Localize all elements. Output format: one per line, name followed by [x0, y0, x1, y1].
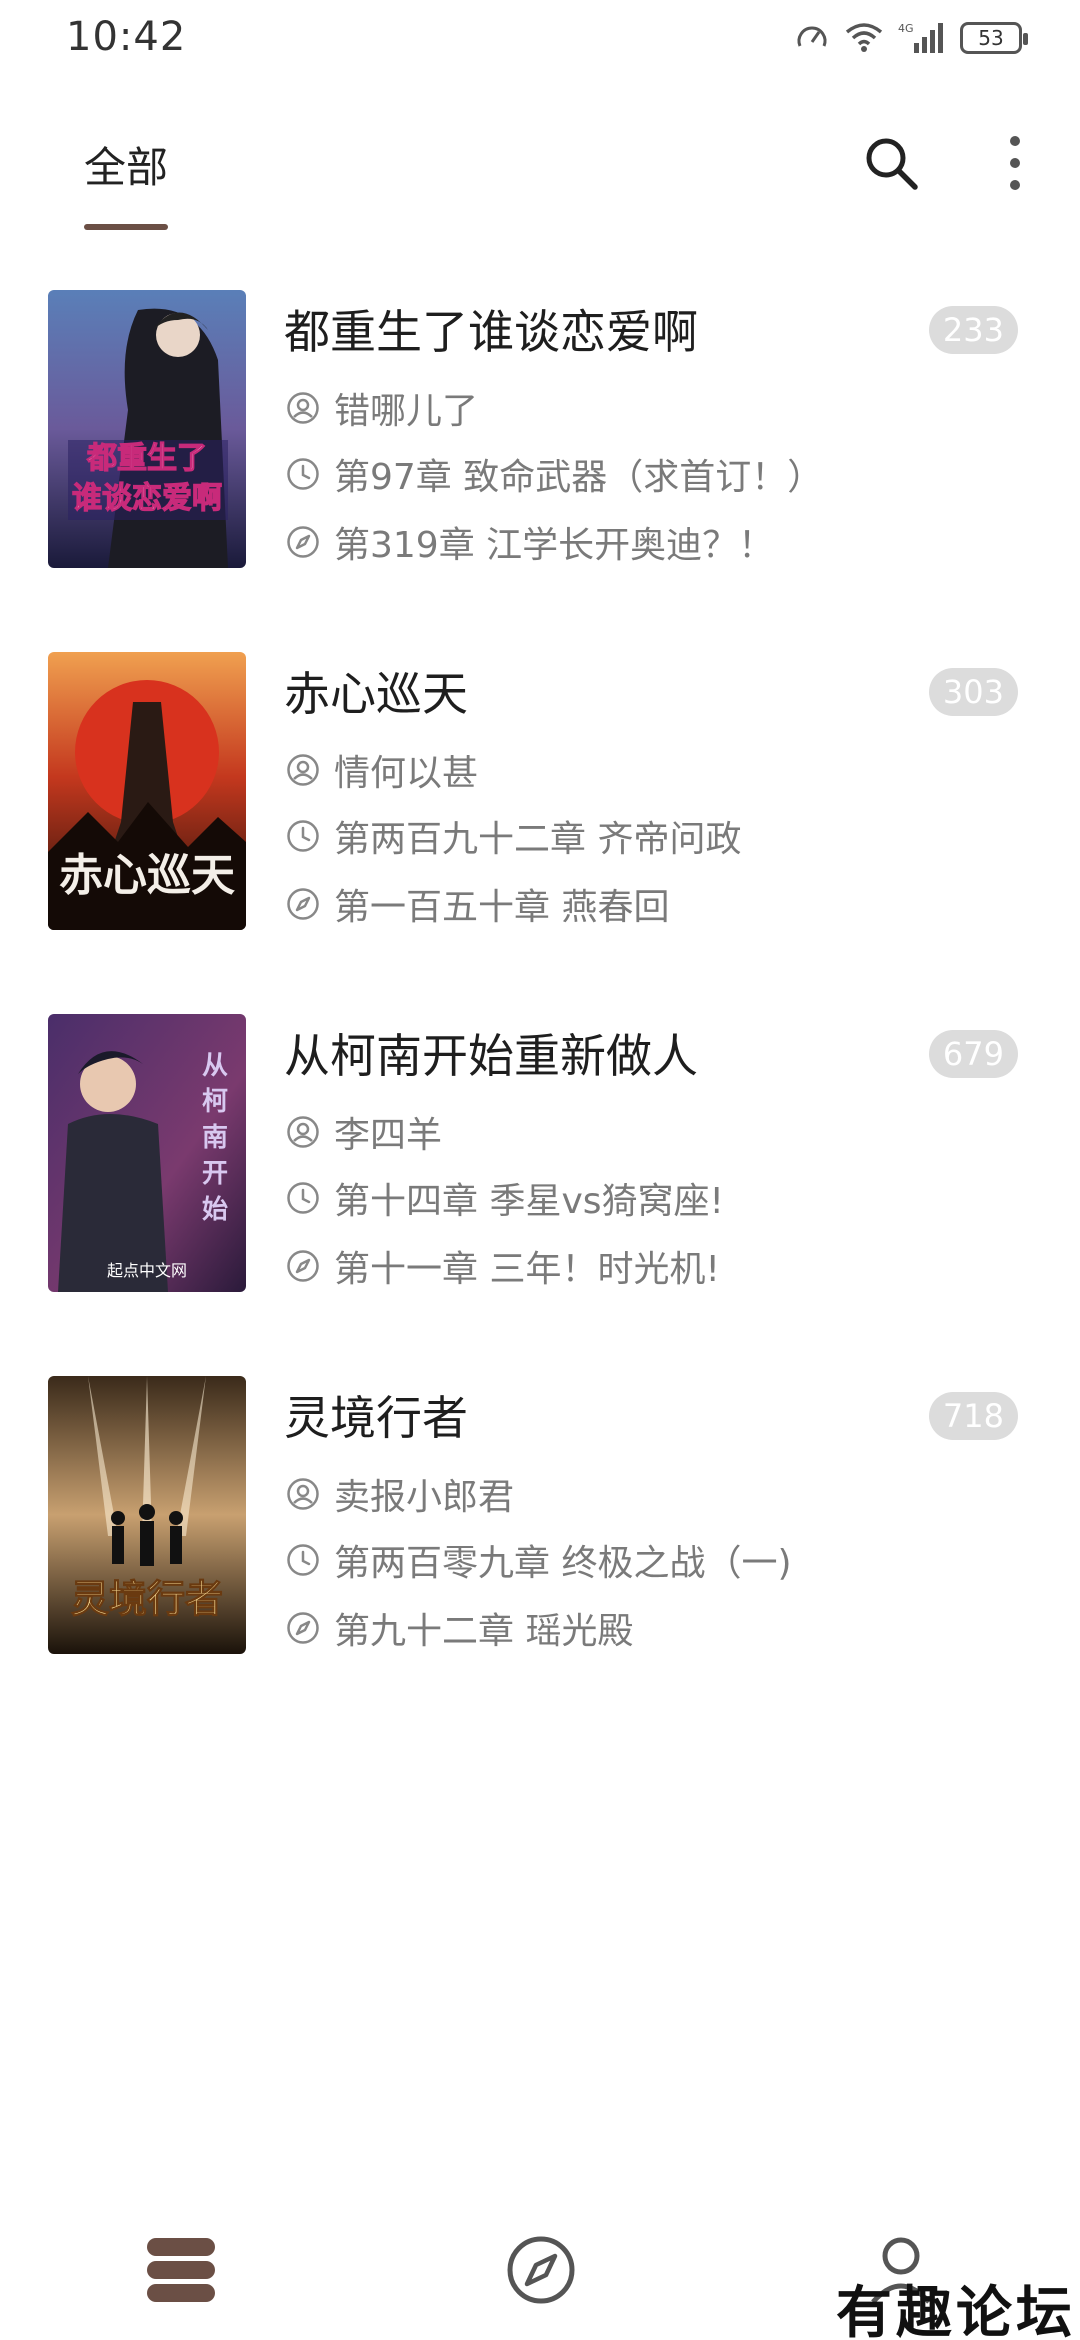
network-label: 4G: [898, 22, 914, 35]
latest-chapter: 第两百零九章 终极之战（一): [334, 1543, 792, 1584]
speed-gauge-icon: [797, 26, 827, 47]
header: 全部: [0, 110, 1080, 240]
clock-icon: [287, 820, 319, 852]
svg-text:从: 从: [202, 1051, 228, 1081]
book-title: 从柯南开始重新做人: [284, 1029, 698, 1083]
discover-compass-icon: [507, 2236, 575, 2304]
cover-publisher: 起点中文网: [107, 1261, 187, 1280]
compass-icon: [287, 1250, 319, 1282]
cover-title-line2: 谁谈恋爱啊: [72, 481, 222, 516]
clock-icon: [287, 458, 319, 490]
latest-chapter: 第两百九十二章 齐帝问政: [334, 819, 742, 860]
latest-chapter-row: 第两百零九章 终极之战（一): [286, 1534, 792, 1586]
cover-title: 赤心巡天: [59, 850, 235, 901]
latest-chapter-row: 第两百九十二章 齐帝问政: [286, 810, 741, 862]
search-icon: [866, 138, 918, 190]
read-chapter-row: 第一百五十章 燕春回: [286, 878, 669, 930]
battery-level: 53: [978, 26, 1004, 50]
clock-icon: [287, 1182, 319, 1214]
search-button[interactable]: [856, 128, 926, 198]
status-time: 10:42: [66, 14, 187, 60]
user-circle-icon: [287, 754, 319, 786]
cellular-signal-icon: 4G: [898, 22, 943, 53]
book-item[interactable]: 从 柯 南 开 始 起点中文网 从柯南开始重新做人 679 李四羊 第十四章 季: [0, 1014, 1080, 1376]
author-name: 卖报小郎君: [334, 1477, 515, 1518]
svg-text:南: 南: [202, 1123, 228, 1153]
nav-bookshelf[interactable]: [126, 2220, 236, 2320]
book-title: 都重生了谁谈恋爱啊: [284, 305, 698, 359]
wifi-icon: [845, 23, 883, 52]
user-circle-icon: [287, 392, 319, 424]
book-cover[interactable]: 赤心巡天: [48, 652, 246, 930]
author-name: 情何以甚: [334, 753, 479, 794]
tab-indicator: [84, 224, 168, 230]
unread-count-badge: 718: [928, 1392, 1018, 1440]
cover-title-line1: 都重生了: [86, 441, 207, 476]
svg-text:开: 开: [202, 1159, 228, 1189]
nav-discover[interactable]: [486, 2220, 596, 2320]
status-icons: 4G 53: [794, 20, 1028, 56]
svg-text:柯: 柯: [202, 1087, 228, 1117]
latest-chapter-row: 第97章 致命武器（求首订！）: [286, 448, 823, 500]
author-row: 错哪儿了: [286, 382, 478, 434]
read-chapter-row: 第九十二章 瑶光殿: [286, 1602, 633, 1654]
unread-count-badge: 679: [928, 1030, 1018, 1078]
bookshelf-icon: [147, 2238, 215, 2302]
author-name: 李四羊: [334, 1115, 443, 1156]
book-item[interactable]: 都重生了 谁谈恋爱啊 都重生了谁谈恋爱啊 233 错哪儿了 第97章 致命武器（…: [0, 290, 1080, 652]
latest-chapter: 第97章 致命武器（求首订！）: [334, 457, 824, 498]
tab-all[interactable]: 全部: [84, 134, 168, 195]
book-cover[interactable]: 都重生了 谁谈恋爱啊: [48, 290, 246, 568]
read-chapter: 第319章 江学长开奥迪？！: [334, 525, 775, 566]
author-row: 李四羊: [286, 1106, 442, 1158]
more-options-button[interactable]: [990, 128, 1040, 198]
unread-count-badge: 233: [928, 306, 1018, 354]
read-chapter: 第一百五十章 燕春回: [334, 887, 670, 928]
cover-title: 灵境行者: [71, 1577, 223, 1621]
compass-icon: [287, 1612, 319, 1644]
book-title: 灵境行者: [284, 1391, 468, 1445]
read-chapter-row: 第十一章 三年！时光机!: [286, 1240, 720, 1292]
book-cover[interactable]: 灵境行者: [48, 1376, 246, 1654]
read-chapter: 第十一章 三年！时光机!: [334, 1249, 720, 1290]
svg-text:始: 始: [202, 1195, 228, 1225]
unread-count-badge: 303: [928, 668, 1018, 716]
latest-chapter-row: 第十四章 季星vs猗窝座!: [286, 1172, 724, 1224]
user-circle-icon: [287, 1478, 319, 1510]
author-name: 错哪儿了: [334, 391, 479, 432]
read-chapter-row: 第319章 江学长开奥迪？！: [286, 516, 774, 568]
book-item[interactable]: 赤心巡天 赤心巡天 303 情何以甚 第两百九十二章 齐帝问政 第一百五十章 燕…: [0, 652, 1080, 1014]
book-cover[interactable]: 从 柯 南 开 始 起点中文网: [48, 1014, 246, 1292]
compass-icon: [287, 888, 319, 920]
user-circle-icon: [287, 1116, 319, 1148]
author-row: 情何以甚: [286, 744, 478, 796]
author-row: 卖报小郎君: [286, 1468, 514, 1520]
watermark: 有趣论坛: [836, 2280, 1076, 2340]
latest-chapter: 第十四章 季星vs猗窝座!: [334, 1181, 724, 1222]
read-chapter: 第九十二章 瑶光殿: [334, 1611, 634, 1652]
more-vertical-icon: [1010, 136, 1020, 190]
battery-icon: 53: [960, 22, 1028, 54]
compass-icon: [287, 526, 319, 558]
book-list: 都重生了 谁谈恋爱啊 都重生了谁谈恋爱啊 233 错哪儿了 第97章 致命武器（…: [0, 290, 1080, 1738]
status-bar: 10:42 4G 53: [0, 0, 1080, 80]
book-title: 赤心巡天: [284, 667, 468, 721]
clock-icon: [287, 1544, 319, 1576]
book-item[interactable]: 灵境行者 灵境行者 718 卖报小郎君 第两百零九章 终极之战（一) 第九十二章…: [0, 1376, 1080, 1738]
